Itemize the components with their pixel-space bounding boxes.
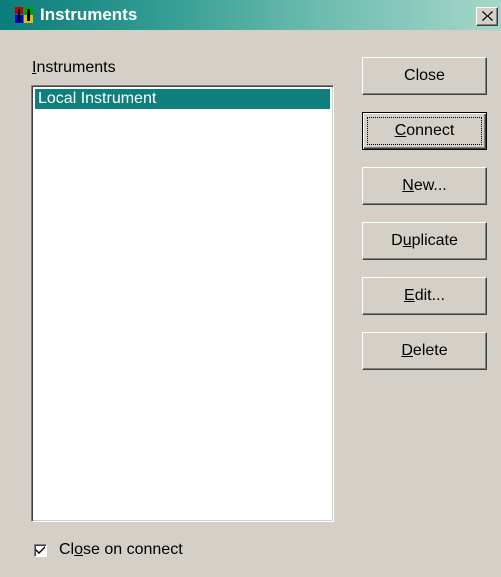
instruments-list-label: Instruments (32, 59, 116, 76)
close-on-connect-checkbox[interactable] (34, 544, 47, 557)
checkmark-icon (36, 546, 45, 554)
title-close-button[interactable] (476, 7, 498, 26)
delete-button[interactable]: Delete (362, 332, 487, 370)
edit-button[interactable]: Edit... (362, 277, 487, 315)
close-on-connect-label[interactable]: Close on connect (59, 540, 183, 560)
new-button[interactable]: New... (362, 167, 487, 205)
close-button[interactable]: Close (362, 57, 487, 95)
connect-button[interactable]: Connect (362, 112, 487, 150)
list-item[interactable]: Local Instrument (35, 89, 330, 109)
app-icon (15, 7, 33, 23)
close-icon (482, 11, 493, 21)
instruments-dialog: Instruments Instruments Local Instrument… (0, 0, 501, 577)
title-bar[interactable]: Instruments (0, 0, 501, 30)
duplicate-button[interactable]: Duplicate (362, 222, 487, 260)
window-title: Instruments (40, 5, 138, 24)
instruments-listbox[interactable]: Local Instrument (31, 85, 334, 522)
